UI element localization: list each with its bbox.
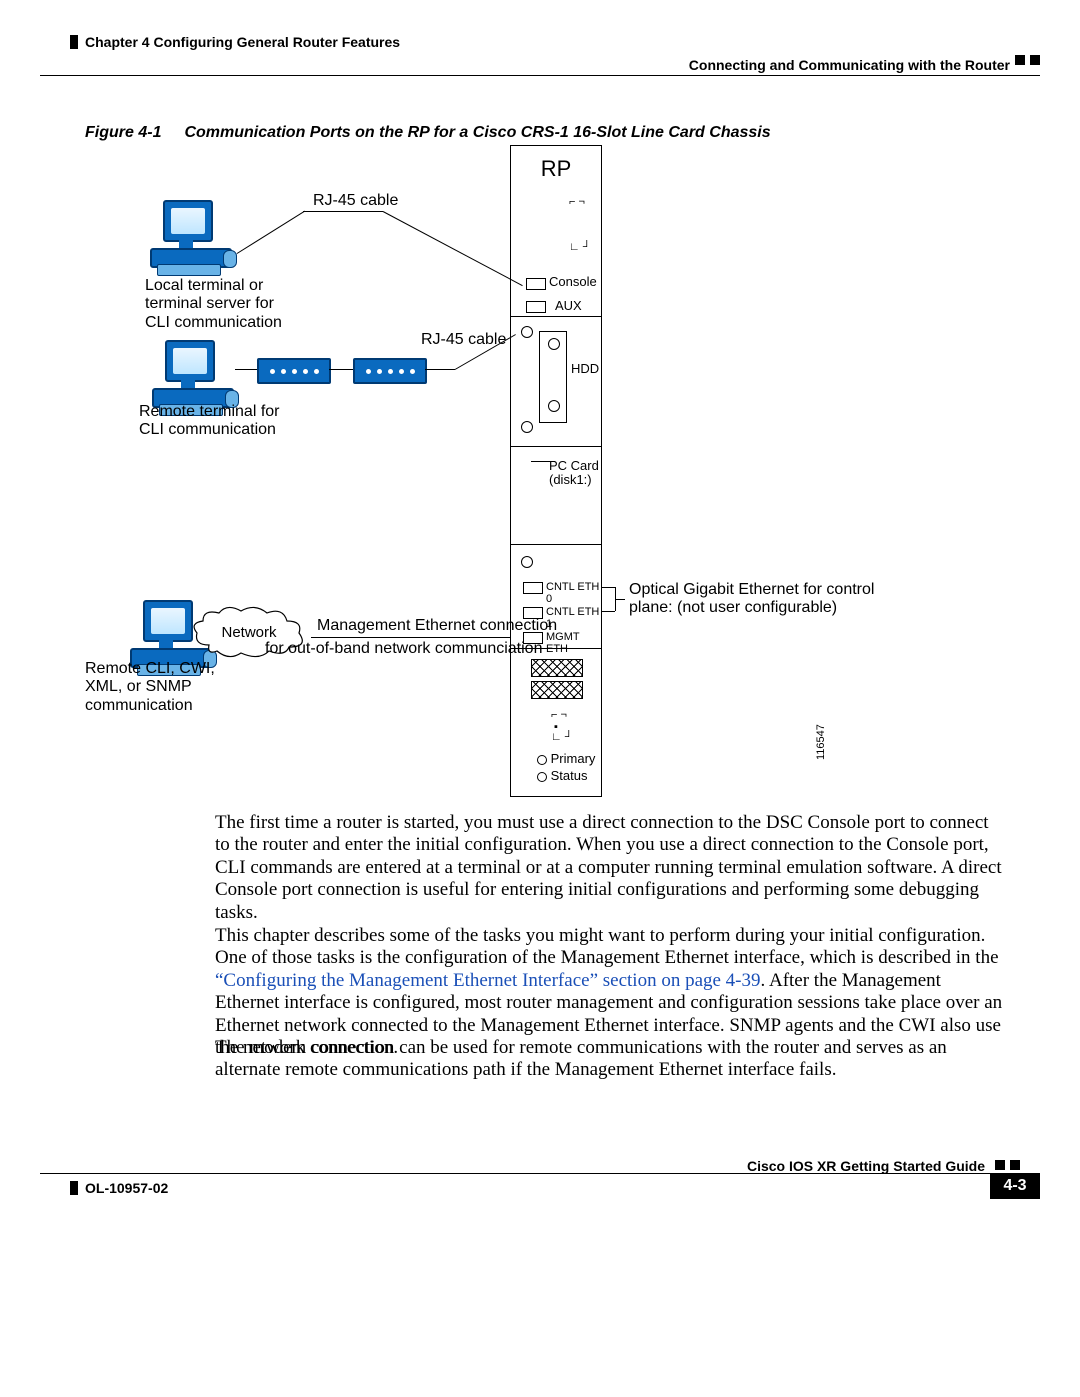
footer-accent-square	[995, 1160, 1005, 1170]
figure-diagram: RP ⌐ ¬ ∟ ┘ Console AUX HDD PC Card	[85, 145, 995, 805]
console-port-icon	[526, 278, 546, 290]
rp-title: RP	[511, 156, 601, 182]
figure-image-id: 116547	[815, 724, 827, 760]
status-led: Status	[537, 768, 587, 783]
hatched-slot-icon	[531, 681, 583, 699]
body-paragraph-3: The modem connection can be used for rem…	[215, 1037, 1005, 1082]
hdd-bay-icon	[539, 331, 567, 423]
header-accent-square	[1030, 55, 1040, 65]
mgmt-ethernet-link[interactable]: “Configuring the Management Ethernet Int…	[215, 970, 761, 991]
rp-divider	[511, 446, 601, 447]
figure-number: Figure 4-1	[85, 124, 180, 142]
footer-accent-square	[1010, 1160, 1020, 1170]
local-terminal-label: Local terminal or terminal server for CL…	[145, 277, 282, 332]
header-rule	[40, 75, 1040, 76]
mgmt-connection-label: Management Ethernet connection	[317, 616, 557, 635]
remote-snmp-label: Remote CLI, CWI, XML, or SNMP communicat…	[85, 660, 215, 715]
modem-icon	[353, 358, 427, 384]
page-number: 4-3	[990, 1173, 1040, 1199]
rp-divider	[511, 544, 601, 545]
optical-gigabit-label: Optical Gigabit Ethernet for control pla…	[629, 581, 874, 618]
mgmt-oob-label: for out-of-band network communciation	[265, 640, 542, 658]
remote-terminal-label: Remote terminal for CLI communication	[139, 403, 280, 440]
rp-bracket: ⌐ ¬	[569, 196, 585, 208]
footer-guide-title: Cisco IOS XR Getting Started Guide	[747, 1158, 985, 1174]
footer-rule	[40, 1173, 990, 1174]
rp-divider	[511, 316, 601, 317]
rp-panel: RP ⌐ ¬ ∟ ┘ Console AUX HDD PC Card	[510, 145, 602, 797]
cntl-eth0-port-icon	[523, 582, 543, 594]
footer-accent-left	[70, 1181, 78, 1195]
pccard-label: PC Card (disk1:)	[549, 459, 599, 488]
aux-port-label: AUX	[555, 298, 582, 313]
header-section: Connecting and Communicating with the Ro…	[689, 57, 1010, 73]
hdd-label: HDD	[571, 361, 599, 376]
aux-port-icon	[526, 301, 546, 313]
modem-icon	[257, 358, 331, 384]
rp-bracket: ∟ ┘	[569, 241, 591, 253]
bracket-bot: ∟ ┘	[551, 731, 573, 743]
rj45-label-top: RJ-45 cable	[313, 192, 398, 210]
body-paragraph-1: The first time a router is started, you …	[215, 812, 1005, 924]
hatched-slot-icon	[531, 659, 583, 677]
figure-title: Communication Ports on the RP for a Cisc…	[184, 124, 770, 141]
bracket-top: ⌐ ¬	[551, 709, 567, 721]
cntl-eth0-label: CNTL ETH 0	[546, 581, 601, 605]
header-accent-left	[70, 35, 78, 49]
rj45-label-mid: RJ-45 cable	[421, 331, 506, 349]
para2-pre: This chapter describes some of the tasks…	[215, 925, 999, 968]
header-accent-square	[1015, 55, 1025, 65]
footer-doc-number: OL-10957-02	[85, 1180, 168, 1196]
workstation-icon	[145, 200, 235, 275]
header-chapter: Chapter 4 Configuring General Router Fea…	[85, 34, 400, 50]
figure-caption: Figure 4-1 Communication Ports on the RP…	[85, 124, 771, 142]
console-port-label: Console	[549, 274, 597, 289]
primary-led: Primary	[537, 751, 595, 766]
